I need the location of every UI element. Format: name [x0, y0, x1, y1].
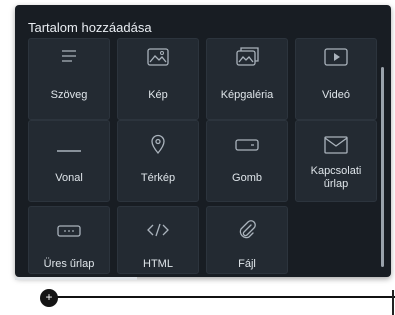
tile-text[interactable]: Szöveg [28, 38, 110, 120]
paperclip-icon [207, 219, 287, 246]
tile-label: Fájl [238, 258, 256, 270]
tile-gallery[interactable]: Képgaléria [206, 38, 288, 120]
text-icon [29, 49, 109, 70]
tile-blank-form[interactable]: Üres űrlap [28, 206, 110, 274]
line-icon [29, 141, 109, 159]
button-icon [207, 138, 287, 157]
tile-map[interactable]: Térkép [117, 120, 199, 202]
section-divider-line [55, 296, 395, 298]
tile-image[interactable]: Kép [117, 38, 199, 120]
tile-contact-form[interactable]: Kapcsolati űrlap [295, 120, 377, 202]
tile-label: Gomb [232, 172, 262, 184]
tile-label: Kép [148, 89, 168, 101]
code-icon [118, 222, 198, 243]
tile-label: HTML [143, 258, 173, 270]
add-section-button[interactable]: + [40, 289, 58, 307]
tile-label: Képgaléria [220, 89, 274, 101]
tile-label: Üres űrlap [43, 258, 95, 270]
tile-label: Videó [322, 89, 350, 101]
scrollbar-thumb[interactable] [381, 67, 384, 267]
right-edge-rule [392, 290, 394, 315]
tile-label: Térkép [140, 172, 176, 184]
tile-file[interactable]: Fájl [206, 206, 288, 274]
panel-scrollbar[interactable] [380, 45, 386, 275]
tile-line[interactable]: Vonal [28, 120, 110, 202]
tile-label: Kapcsolati űrlap [310, 165, 362, 190]
tile-label: Szöveg [50, 89, 88, 101]
content-grid: Szöveg Kép Képgaléria Videó Vonal Térkép… [15, 5, 391, 277]
tile-label: Vonal [55, 172, 83, 184]
add-content-panel: Tartalom hozzáadása Szöveg Kép Képgaléri… [15, 5, 391, 277]
map-pin-icon [118, 133, 198, 160]
panel-bottom-shadow [15, 277, 137, 280]
tile-button[interactable]: Gomb [206, 120, 288, 202]
blank-form-icon [29, 224, 109, 243]
envelope-icon [296, 135, 376, 160]
video-icon [296, 47, 376, 72]
image-icon [118, 47, 198, 72]
tile-html[interactable]: HTML [117, 206, 199, 274]
gallery-icon [207, 45, 287, 72]
tile-video[interactable]: Videó [295, 38, 377, 120]
